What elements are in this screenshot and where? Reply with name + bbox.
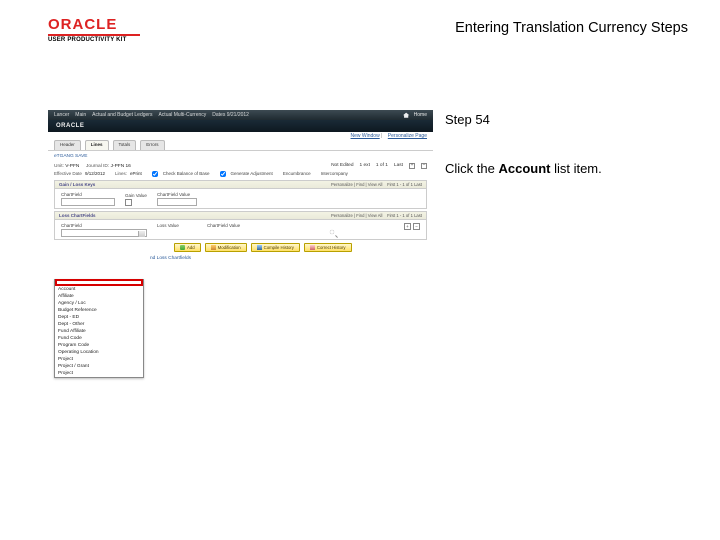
- correct-icon: [310, 245, 315, 250]
- list-item[interactable]: Fund Affiliate: [55, 328, 143, 335]
- list-item[interactable]: Agency / Loc: [55, 300, 143, 307]
- lines-label: Lines:: [115, 171, 127, 177]
- lines-value: ePrint: [130, 171, 142, 177]
- generate-adjust-label: Generate Adjustment: [231, 171, 273, 177]
- list-item[interactable]: Budget Reference: [55, 307, 143, 314]
- intercompany-label: Intercompany: [321, 171, 348, 177]
- effective-date-value: 9/12/2012: [85, 171, 105, 177]
- tab-errors[interactable]: Errors: [140, 140, 164, 150]
- loss-value-label: Loss Value: [157, 223, 197, 228]
- first-link-2[interactable]: First: [387, 213, 395, 218]
- crumb-item: Lancer: [54, 112, 69, 118]
- instruction-panel: Step 54 Click the Account list item.: [445, 110, 702, 267]
- compile-history-button[interactable]: Compile History: [251, 243, 300, 252]
- step-number: Step 54: [445, 112, 702, 127]
- pencil-icon: [211, 245, 216, 250]
- remove-row-icon[interactable]: −: [421, 163, 427, 169]
- list-item-account[interactable]: Account: [55, 286, 143, 293]
- generate-adjust-checkbox[interactable]: [220, 171, 226, 177]
- last-link[interactable]: Last: [394, 163, 403, 169]
- tab-bar: Header Lines Totals Errors: [48, 140, 433, 151]
- effective-date-label: Effective Date: [54, 171, 82, 177]
- personalize-page-link[interactable]: Personalize Page: [388, 133, 427, 139]
- chartfield-value-label: ChartField Value: [157, 192, 197, 197]
- step-description: Click the Account list item.: [445, 161, 702, 176]
- check-balance-checkbox[interactable]: [152, 171, 158, 177]
- crumb-item: Actual and Budget Ledgers: [92, 112, 152, 118]
- gain-value-checkbox[interactable]: [125, 199, 132, 206]
- list-item[interactable]: Operating Location: [55, 349, 143, 356]
- list-item[interactable]: Project: [55, 356, 143, 363]
- chartfield-label: ChartField: [61, 192, 115, 197]
- tab-lines[interactable]: Lines: [85, 140, 109, 150]
- add-row-icon-2[interactable]: +: [404, 223, 411, 230]
- unit-value: V-PFN: [65, 164, 79, 169]
- gain-loss-chartfields-link[interactable]: nd Loss Chartfields: [54, 252, 427, 261]
- last-link-g2[interactable]: Last: [414, 213, 422, 218]
- list-item[interactable]: Program Code: [55, 342, 143, 349]
- brand-divider: [48, 34, 140, 36]
- record-index: 1 of 1: [376, 163, 388, 169]
- tab-totals[interactable]: Totals: [113, 140, 137, 150]
- app-breadcrumb-bar: Lancer Main Actual and Budget Ledgers Ac…: [48, 110, 433, 120]
- page-title: Entering Translation Currency Steps: [455, 20, 688, 36]
- encumbrance-label: Encumbrance: [283, 171, 311, 177]
- home-icon[interactable]: [403, 112, 410, 118]
- grid-nav: 1 - 1 of 1: [396, 182, 413, 187]
- grid-nav-2: 1 - 1 of 1: [396, 213, 413, 218]
- correct-history-button[interactable]: Correct History: [304, 243, 352, 252]
- chartfield-label-2: ChartField: [61, 223, 147, 228]
- list-item[interactable]: Project: [55, 370, 143, 377]
- save-status: eTGANG SAVE: [54, 154, 88, 159]
- app-mini-screenshot: Lancer Main Actual and Budget Ledgers Ac…: [48, 110, 433, 267]
- personalize-link[interactable]: Personalize | Find | View All: [331, 182, 382, 187]
- list-item[interactable]: Dept - Other: [55, 321, 143, 328]
- gain-loss-keys-header: Gain / Loss Keys Personalize | Find | Vi…: [54, 180, 427, 189]
- chartfield-value-label-2: ChartField Value: [207, 223, 337, 228]
- plus-icon: [180, 245, 185, 250]
- list-item[interactable]: Fund Code: [55, 335, 143, 342]
- crumb-item: Dates 9/21/2012: [212, 112, 249, 118]
- status-text: Not Edited: [331, 163, 353, 169]
- tab-header[interactable]: Header: [54, 140, 81, 150]
- dropdown-highlight: [55, 279, 143, 286]
- remove-row-icon-2[interactable]: −: [413, 223, 420, 230]
- last-link-g1[interactable]: Last: [414, 182, 422, 187]
- chartfield-input[interactable]: [61, 198, 115, 206]
- check-balance-label: Check Balance of Base: [163, 171, 210, 177]
- new-window-link[interactable]: New Window: [351, 133, 380, 139]
- add-row-icon[interactable]: +: [409, 163, 415, 169]
- brand-name: ORACLE: [48, 16, 140, 33]
- list-item[interactable]: Project / Grant: [55, 363, 143, 370]
- chartfield-value-input[interactable]: [157, 198, 197, 206]
- app-brand-bar: ORACLE: [48, 120, 433, 132]
- journal-id-value: J-PFN 16: [111, 164, 131, 169]
- list-item[interactable]: Dept - ED: [55, 314, 143, 321]
- home-label[interactable]: Home: [414, 112, 427, 118]
- first-link[interactable]: First: [387, 182, 395, 187]
- app-sublinks: New Window | Personalize Page: [48, 132, 433, 140]
- history-icon: [257, 245, 262, 250]
- chartfield-dropdown[interactable]: Account Affiliate Agency / Loc Budget Re…: [54, 279, 144, 378]
- list-item[interactable]: Affiliate: [55, 293, 143, 300]
- add-button[interactable]: Add: [174, 243, 201, 252]
- personalize-link-2[interactable]: Personalize | Find | View All: [331, 213, 382, 218]
- ext-text: 1 ext: [360, 163, 370, 169]
- journal-id-label: Journal ID:: [86, 164, 109, 169]
- chartfield-select[interactable]: [61, 229, 147, 237]
- loss-chartfields-header: Loss ChartFields Personalize | Find | Vi…: [54, 211, 427, 220]
- unit-label: Unit:: [54, 164, 64, 169]
- action-button-bar: Add Modification Compile History Correct…: [54, 240, 427, 252]
- screenshot-panel: Lancer Main Actual and Budget Ledgers Ac…: [48, 110, 433, 267]
- lookup-icon[interactable]: [329, 229, 337, 237]
- modification-button[interactable]: Modification: [205, 243, 247, 252]
- brand-logo: ORACLE USER PRODUCTIVITY KIT: [48, 16, 140, 43]
- crumb-item: Main: [75, 112, 86, 118]
- crumb-item: Actual Multi-Currency: [158, 112, 206, 118]
- brand-subtitle: USER PRODUCTIVITY KIT: [48, 37, 140, 43]
- gain-value-label: Gain Value: [125, 193, 147, 198]
